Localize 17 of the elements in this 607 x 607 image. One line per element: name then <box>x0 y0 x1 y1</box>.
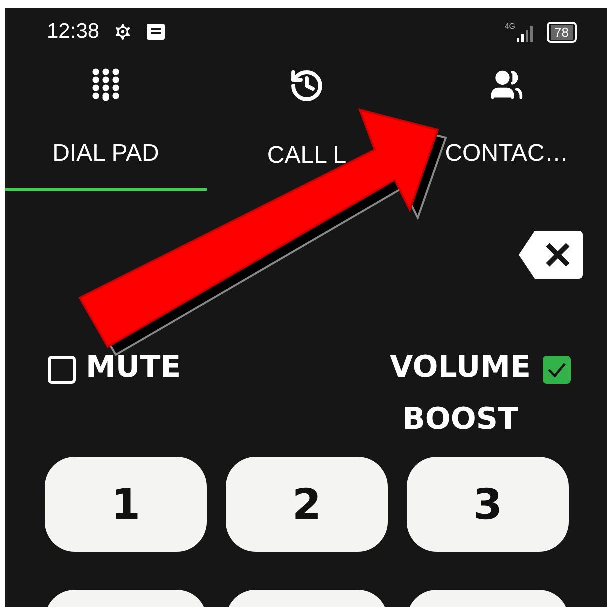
battery-level: 78 <box>550 24 573 40</box>
checkbox[interactable] <box>48 356 76 384</box>
dial-key[interactable]: 1 <box>45 457 207 552</box>
people-icon <box>490 68 524 102</box>
note-icon <box>146 23 166 41</box>
backspace-icon[interactable] <box>517 229 585 281</box>
dial-key[interactable]: 2 <box>226 457 388 552</box>
status-time: 12:38 <box>47 20 100 44</box>
network-type: 4G <box>504 22 516 31</box>
checkbox-label: MUTE <box>86 349 182 387</box>
dialpad-icon <box>91 68 121 102</box>
dial-key[interactable]: 3 <box>407 457 569 552</box>
checkbox[interactable] <box>543 356 571 384</box>
history-icon <box>289 68 325 104</box>
check-icon <box>547 362 567 378</box>
tab[interactable]: DIAL PAD <box>5 56 207 191</box>
checkbox-label: VOLUME BOOST <box>389 349 532 439</box>
